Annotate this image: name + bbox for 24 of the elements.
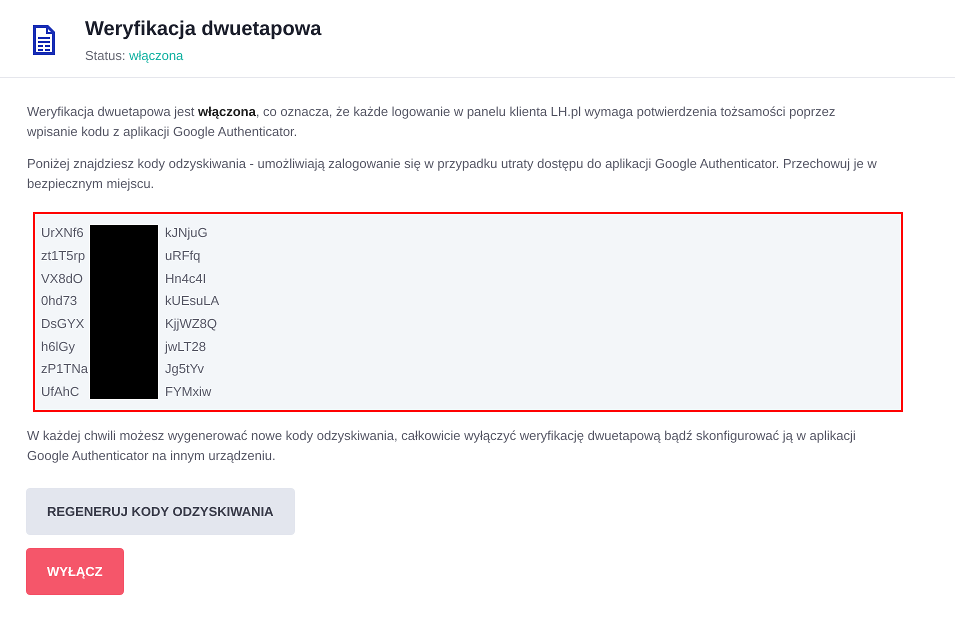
status-value: włączona (129, 48, 184, 63)
code-end: kUEsuLA (165, 292, 220, 310)
code-end: uRFfq (165, 247, 200, 266)
paragraph: W każdej chwili możesz wygenerować nowe kody odzyskiwania, całkowicie wyłączyć weryfikację dwuetapową bądź skonfigurować ją w aplikacji Google Authenticator na innym urządzeniu. (27, 426, 857, 465)
paragraph: Weryfikacja dwuetapowa jest włączona, co oznacza, że każde logowanie w panelu klienta LH.pl wymaga potwierdzenia tożsamości poprzez wpisanie kodu z aplikacji Google Authenticator. (27, 103, 836, 141)
status-label: Status: (85, 48, 126, 63)
code-end: Jg5tYv (165, 360, 204, 378)
paragraph: Poniżej znajdziesz kody odzyskiwania - umożliwiają zalogowanie się w przypadku utraty dostępu do aplikacji Google Authenticator. Przechowuj je w bezpiecznym miejscu. (27, 155, 878, 193)
code-start: UrXNf6 (41, 224, 85, 242)
code-start: DsGYX (41, 315, 86, 334)
document-icon (33, 25, 55, 55)
regenerate-button[interactable]: REGENERUJ KODY ODZYSKIWANIA (26, 488, 295, 534)
code-end: FYMxiw (165, 383, 212, 402)
code-start: zt1T5rp (41, 247, 86, 266)
code-start: zP1TNa (41, 360, 89, 378)
code-end: kJNjuG (165, 224, 208, 242)
code-end: jwLT28 (165, 338, 206, 356)
code-start: 0hd73 (41, 292, 78, 310)
code-start: VX8dO (41, 270, 84, 288)
code-end: Hn4c4I (165, 270, 206, 288)
page-title: Weryfikacja dwuetapowa (85, 18, 322, 41)
code-start: h6lGy (41, 338, 76, 356)
code-end: KjjWZ8Q (165, 315, 217, 334)
code-start: UfAhC (41, 383, 80, 402)
